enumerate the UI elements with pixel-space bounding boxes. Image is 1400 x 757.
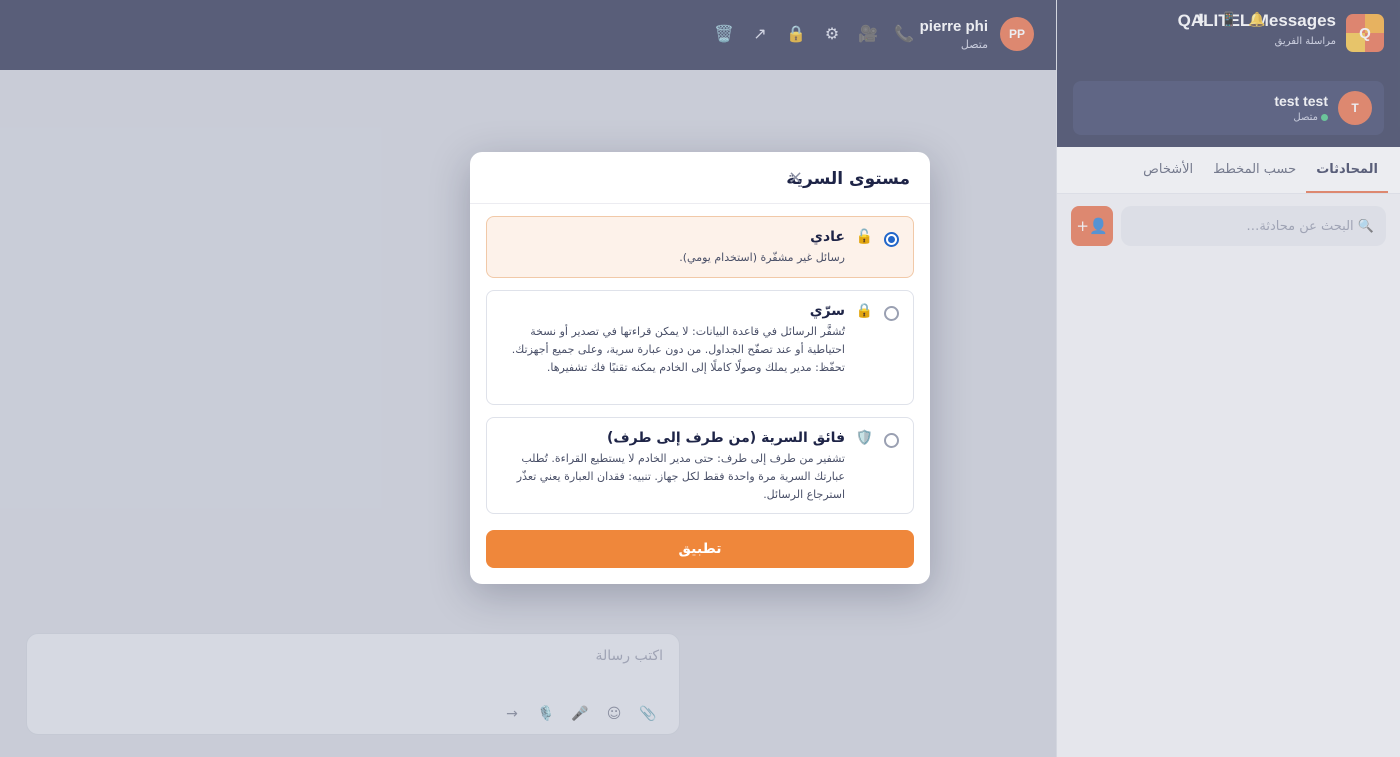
modal-title: مستوى السرية [786,169,910,189]
modal-header: مستوى السرية × [470,152,930,204]
apply-button[interactable]: تطبيق [486,530,914,568]
radio-secret[interactable] [884,306,899,321]
option-secret[interactable]: 🔒 سرّي تُشفَّر الرسائل في قاعدة البيانات… [486,290,914,405]
option-secret-title: سرّي [809,303,845,319]
option-normal[interactable]: 🔓 عادي رسائل غير مشفّرة (استخدام يومي). [486,216,914,278]
option-secret-desc: تُشفَّر الرسائل في قاعدة البيانات: لا يم… [511,325,845,374]
unlock-icon: 🔓 [855,229,873,245]
option-normal-title: عادي [810,229,845,245]
option-top-secret-desc: تشفير من طرف إلى طرف: حتى مدير الخادم لا… [516,452,845,501]
close-icon[interactable]: × [788,169,803,187]
option-top-secret-title: فائق السرية (من طرف إلى طرف) [606,430,845,446]
radio-top-secret[interactable] [884,433,899,448]
confidentiality-modal: مستوى السرية × 🔓 عادي رسائل غير مشفّرة (… [470,152,930,584]
option-normal-text: عادي رسائل غير مشفّرة (استخدام يومي). [501,229,845,267]
radio-normal[interactable] [884,232,899,247]
shield-icon: 🛡️ [855,430,873,446]
lock-icon: 🔒 [855,303,873,319]
option-top-secret[interactable]: 🛡️ فائق السرية (من طرف إلى طرف) تشفير من… [486,417,914,514]
option-normal-desc: رسائل غير مشفّرة (استخدام يومي). [679,251,845,264]
option-secret-text: سرّي تُشفَّر الرسائل في قاعدة البيانات: … [501,303,845,377]
option-top-secret-text: فائق السرية (من طرف إلى طرف) تشفير من طر… [501,430,845,504]
